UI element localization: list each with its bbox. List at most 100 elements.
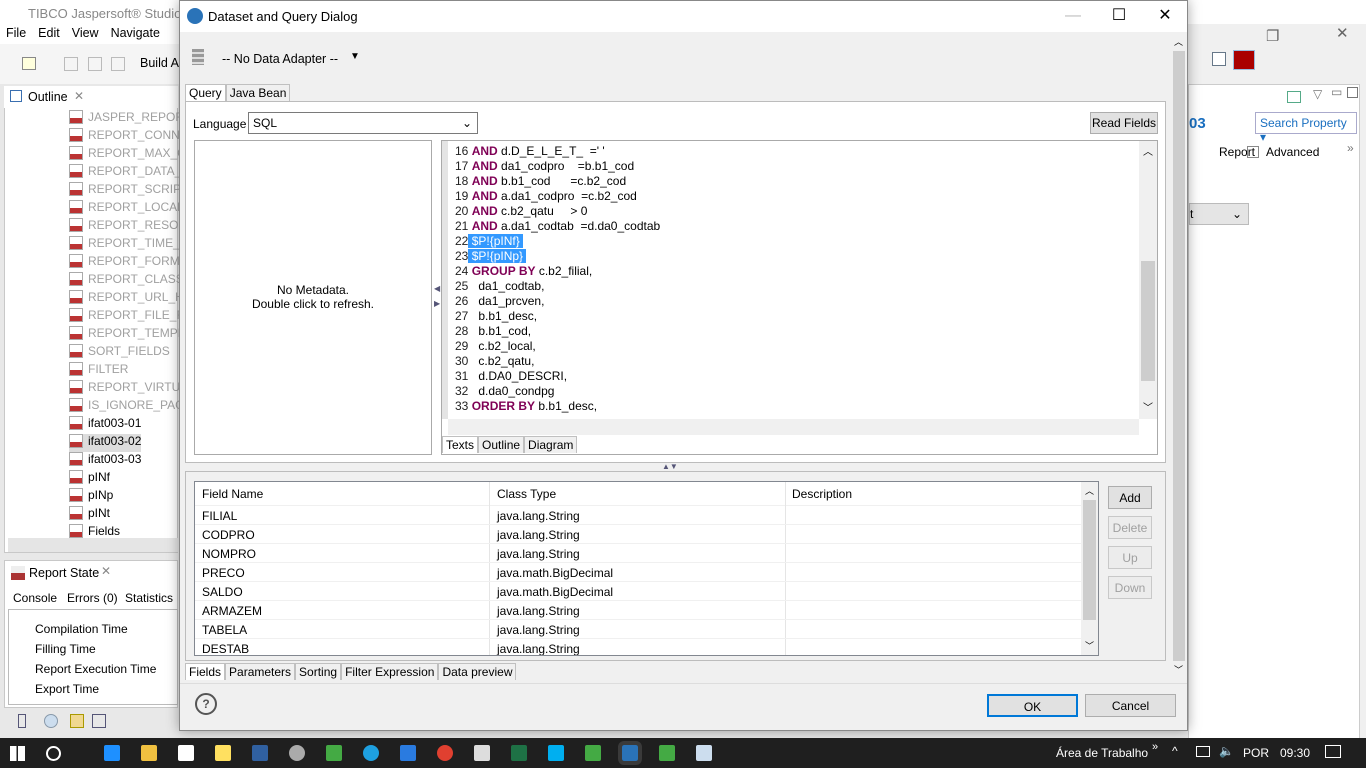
- data-adapter-select[interactable]: -- No Data Adapter --: [222, 52, 338, 66]
- tree-icon[interactable]: [92, 714, 106, 728]
- up-button[interactable]: Up: [1108, 546, 1152, 569]
- statistics-tab[interactable]: Statistics: [125, 591, 173, 605]
- search-icon[interactable]: [46, 746, 61, 761]
- menu-navigate[interactable]: Navigate: [105, 24, 166, 42]
- class-type-cell[interactable]: java.lang.String: [497, 604, 580, 618]
- language-select[interactable]: SQL ⌄: [248, 112, 478, 134]
- outline-tree-item[interactable]: REPORT_SCRIPTL: [69, 182, 195, 200]
- ok-button[interactable]: OK: [987, 694, 1078, 717]
- app-icon[interactable]: [326, 745, 342, 761]
- editor-horizontal-scrollbar[interactable]: [448, 419, 1139, 435]
- field-name-cell[interactable]: TABELA: [202, 623, 247, 637]
- notes-icon[interactable]: [215, 745, 231, 761]
- volume-icon[interactable]: 🔈: [1219, 744, 1234, 758]
- metadata-panel[interactable]: No Metadata. Double click to refresh.: [194, 140, 432, 455]
- app-icon[interactable]: [659, 745, 675, 761]
- outline-horizontal-scrollbar[interactable]: [8, 538, 178, 552]
- clock[interactable]: 09:30: [1280, 746, 1310, 760]
- scroll-down-icon[interactable]: ﹀: [1085, 639, 1094, 652]
- new-table-icon[interactable]: [1212, 52, 1226, 66]
- outline-tree-item[interactable]: REPORT_LOCALE: [69, 200, 192, 218]
- scroll-up-icon[interactable]: ︿: [1143, 143, 1153, 158]
- menu-view[interactable]: View: [66, 24, 105, 42]
- code-line[interactable]: 33 ORDER BY b.b1_desc,: [455, 399, 660, 414]
- notepad-icon[interactable]: [696, 745, 712, 761]
- windows-start-icon[interactable]: [10, 746, 25, 761]
- code-line[interactable]: 21 AND a.da1_codtab =d.da0_codtab: [455, 219, 660, 234]
- tab-fields[interactable]: Fields: [185, 663, 226, 680]
- scroll-down-icon[interactable]: ﹀: [1174, 663, 1183, 676]
- tab-parameters[interactable]: Parameters: [225, 663, 296, 680]
- new-icon[interactable]: [22, 57, 36, 70]
- console-tab[interactable]: Console: [13, 591, 57, 605]
- read-fields-button[interactable]: Read Fields: [1090, 112, 1158, 134]
- field-name-cell[interactable]: FILIAL: [202, 509, 237, 523]
- outline-tree-item[interactable]: FILTER: [69, 362, 128, 380]
- code-line[interactable]: 16 AND d.D_E_L_E_T_ =' ': [455, 144, 660, 159]
- outline-tree-item[interactable]: SORT_FIELDS: [69, 344, 170, 362]
- code-line[interactable]: 24 GROUP BY c.b2_filial,: [455, 264, 660, 279]
- class-type-cell[interactable]: java.lang.String: [497, 623, 580, 637]
- table-row[interactable]: NOMPRO java.lang.String: [195, 544, 1081, 563]
- code-line[interactable]: 17 AND da1_codpro =b.b1_cod: [455, 159, 660, 174]
- code-line[interactable]: 32 d.da0_condpg: [455, 384, 660, 399]
- class-type-cell[interactable]: java.lang.String: [497, 642, 580, 655]
- errors-tab[interactable]: Errors (0): [67, 591, 118, 605]
- tab-sorting[interactable]: Sorting: [295, 663, 342, 680]
- calculator-icon[interactable]: [474, 745, 490, 761]
- save-all-icon[interactable]: [88, 57, 102, 71]
- maximize-icon[interactable]: [1347, 87, 1358, 98]
- excel-icon[interactable]: [511, 745, 527, 761]
- class-type-cell[interactable]: java.math.BigDecimal: [497, 566, 613, 580]
- outline-tree-item[interactable]: REPORT_CONNE: [69, 128, 188, 146]
- dialog-scrollbar[interactable]: ︿ ﹀: [1171, 33, 1187, 678]
- pin-icon[interactable]: [1287, 91, 1301, 103]
- code-line[interactable]: 28 b.b1_cod,: [455, 324, 660, 339]
- code-line[interactable]: 29 c.b2_local,: [455, 339, 660, 354]
- class-type-cell[interactable]: java.lang.String: [497, 547, 580, 561]
- app-icon[interactable]: [289, 745, 305, 761]
- search-property-field[interactable]: Search Property ▾: [1255, 112, 1357, 144]
- sql-code[interactable]: 16 AND d.D_E_L_E_T_ =' ' 17 AND da1_codpr…: [455, 144, 660, 414]
- delete-button[interactable]: Delete: [1108, 516, 1152, 539]
- field-name-cell[interactable]: CODPRO: [202, 528, 255, 542]
- code-line[interactable]: 31 d.DA0_DESCRI,: [455, 369, 660, 384]
- scroll-down-icon[interactable]: ﹀: [1143, 399, 1153, 414]
- editor-vertical-scrollbar[interactable]: ︿ ﹀: [1139, 141, 1157, 419]
- code-line[interactable]: 26 da1_prcven,: [455, 294, 660, 309]
- edge-icon[interactable]: [104, 745, 120, 761]
- save-icon[interactable]: [64, 57, 78, 71]
- chevron-down-icon[interactable]: ▼: [350, 51, 360, 62]
- add-button[interactable]: Add: [1108, 486, 1152, 509]
- outline-tree-item[interactable]: REPORT_VIRTUAL: [69, 380, 195, 398]
- minimize-icon[interactable]: ▭: [1331, 85, 1342, 99]
- tab-texts[interactable]: Texts: [442, 436, 479, 453]
- report-state-tab[interactable]: Report State: [29, 566, 99, 580]
- folder-icon[interactable]: [70, 714, 84, 728]
- outline-tab[interactable]: Outline ✕: [4, 86, 178, 108]
- outline-tree-item[interactable]: IS_IGNORE_PAGIN: [69, 398, 196, 416]
- scroll-up-icon[interactable]: ︿: [1085, 484, 1094, 497]
- outlook-icon[interactable]: [400, 745, 416, 761]
- field-name-cell[interactable]: SALDO: [202, 585, 243, 599]
- field-name-cell[interactable]: NOMPRO: [202, 547, 256, 561]
- code-line[interactable]: 27 b.b1_desc,: [455, 309, 660, 324]
- table-row[interactable]: FILIAL java.lang.String: [195, 506, 1081, 525]
- code-line[interactable]: 23 $P!{pINp}: [455, 249, 660, 264]
- outline-tree-item[interactable]: REPORT_TIME_ZO: [69, 236, 196, 254]
- tab-outline[interactable]: Outline: [478, 436, 525, 453]
- menu-edit[interactable]: Edit: [32, 24, 66, 42]
- expand-right-icon[interactable]: ▶: [434, 299, 440, 308]
- close-window-icon[interactable]: ✕: [1336, 24, 1349, 42]
- outline-tree-item[interactable]: pINf: [69, 470, 110, 488]
- more-tabs-icon[interactable]: »: [1347, 141, 1354, 155]
- maximize-button[interactable]: ☐: [1096, 1, 1142, 32]
- table-row[interactable]: PRECO java.math.BigDecimal: [195, 563, 1081, 582]
- fields-scrollbar[interactable]: ︿ ﹀: [1081, 482, 1098, 655]
- chrome-icon[interactable]: [437, 745, 453, 761]
- outline-tree-item[interactable]: REPORT_URL_HA: [69, 290, 192, 308]
- skype-icon[interactable]: [548, 745, 564, 761]
- cancel-button[interactable]: Cancel: [1085, 694, 1176, 717]
- scroll-up-icon[interactable]: ︿: [1174, 35, 1183, 48]
- splitter-handle[interactable]: ▲▼: [662, 462, 678, 471]
